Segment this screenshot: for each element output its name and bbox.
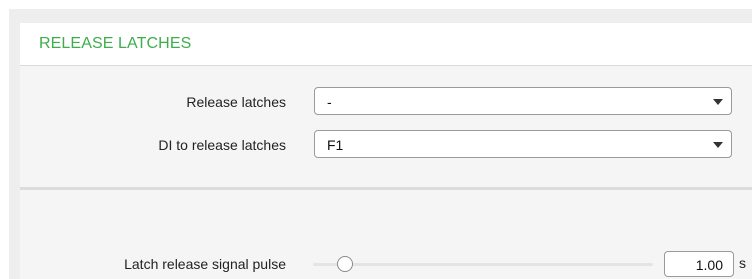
section-header: RELEASE LATCHES — [20, 23, 752, 66]
pulse-value: 1.00 — [695, 257, 723, 273]
release-latches-label: Release latches — [186, 94, 286, 110]
pulse-slider-track[interactable] — [313, 263, 653, 266]
di-release-latches-select[interactable]: F1 — [314, 130, 732, 158]
pulse-slider-thumb[interactable] — [336, 256, 353, 272]
release-latches-value: - — [327, 94, 332, 110]
latch-release-pulse-label: Latch release signal pulse — [124, 256, 286, 272]
pulse-unit: s — [739, 255, 746, 271]
chevron-down-icon — [713, 142, 723, 148]
chevron-down-icon — [713, 99, 723, 105]
release-latches-select[interactable]: - — [314, 87, 732, 115]
pulse-value-input[interactable]: 1.00 — [664, 251, 734, 277]
latches-section — [20, 66, 752, 187]
di-release-latches-value: F1 — [327, 137, 344, 153]
section-title: RELEASE LATCHES — [39, 35, 192, 52]
settings-page: RELEASE LATCHES Release latches - DI to … — [0, 0, 752, 279]
di-release-latches-label: DI to release latches — [158, 137, 286, 153]
